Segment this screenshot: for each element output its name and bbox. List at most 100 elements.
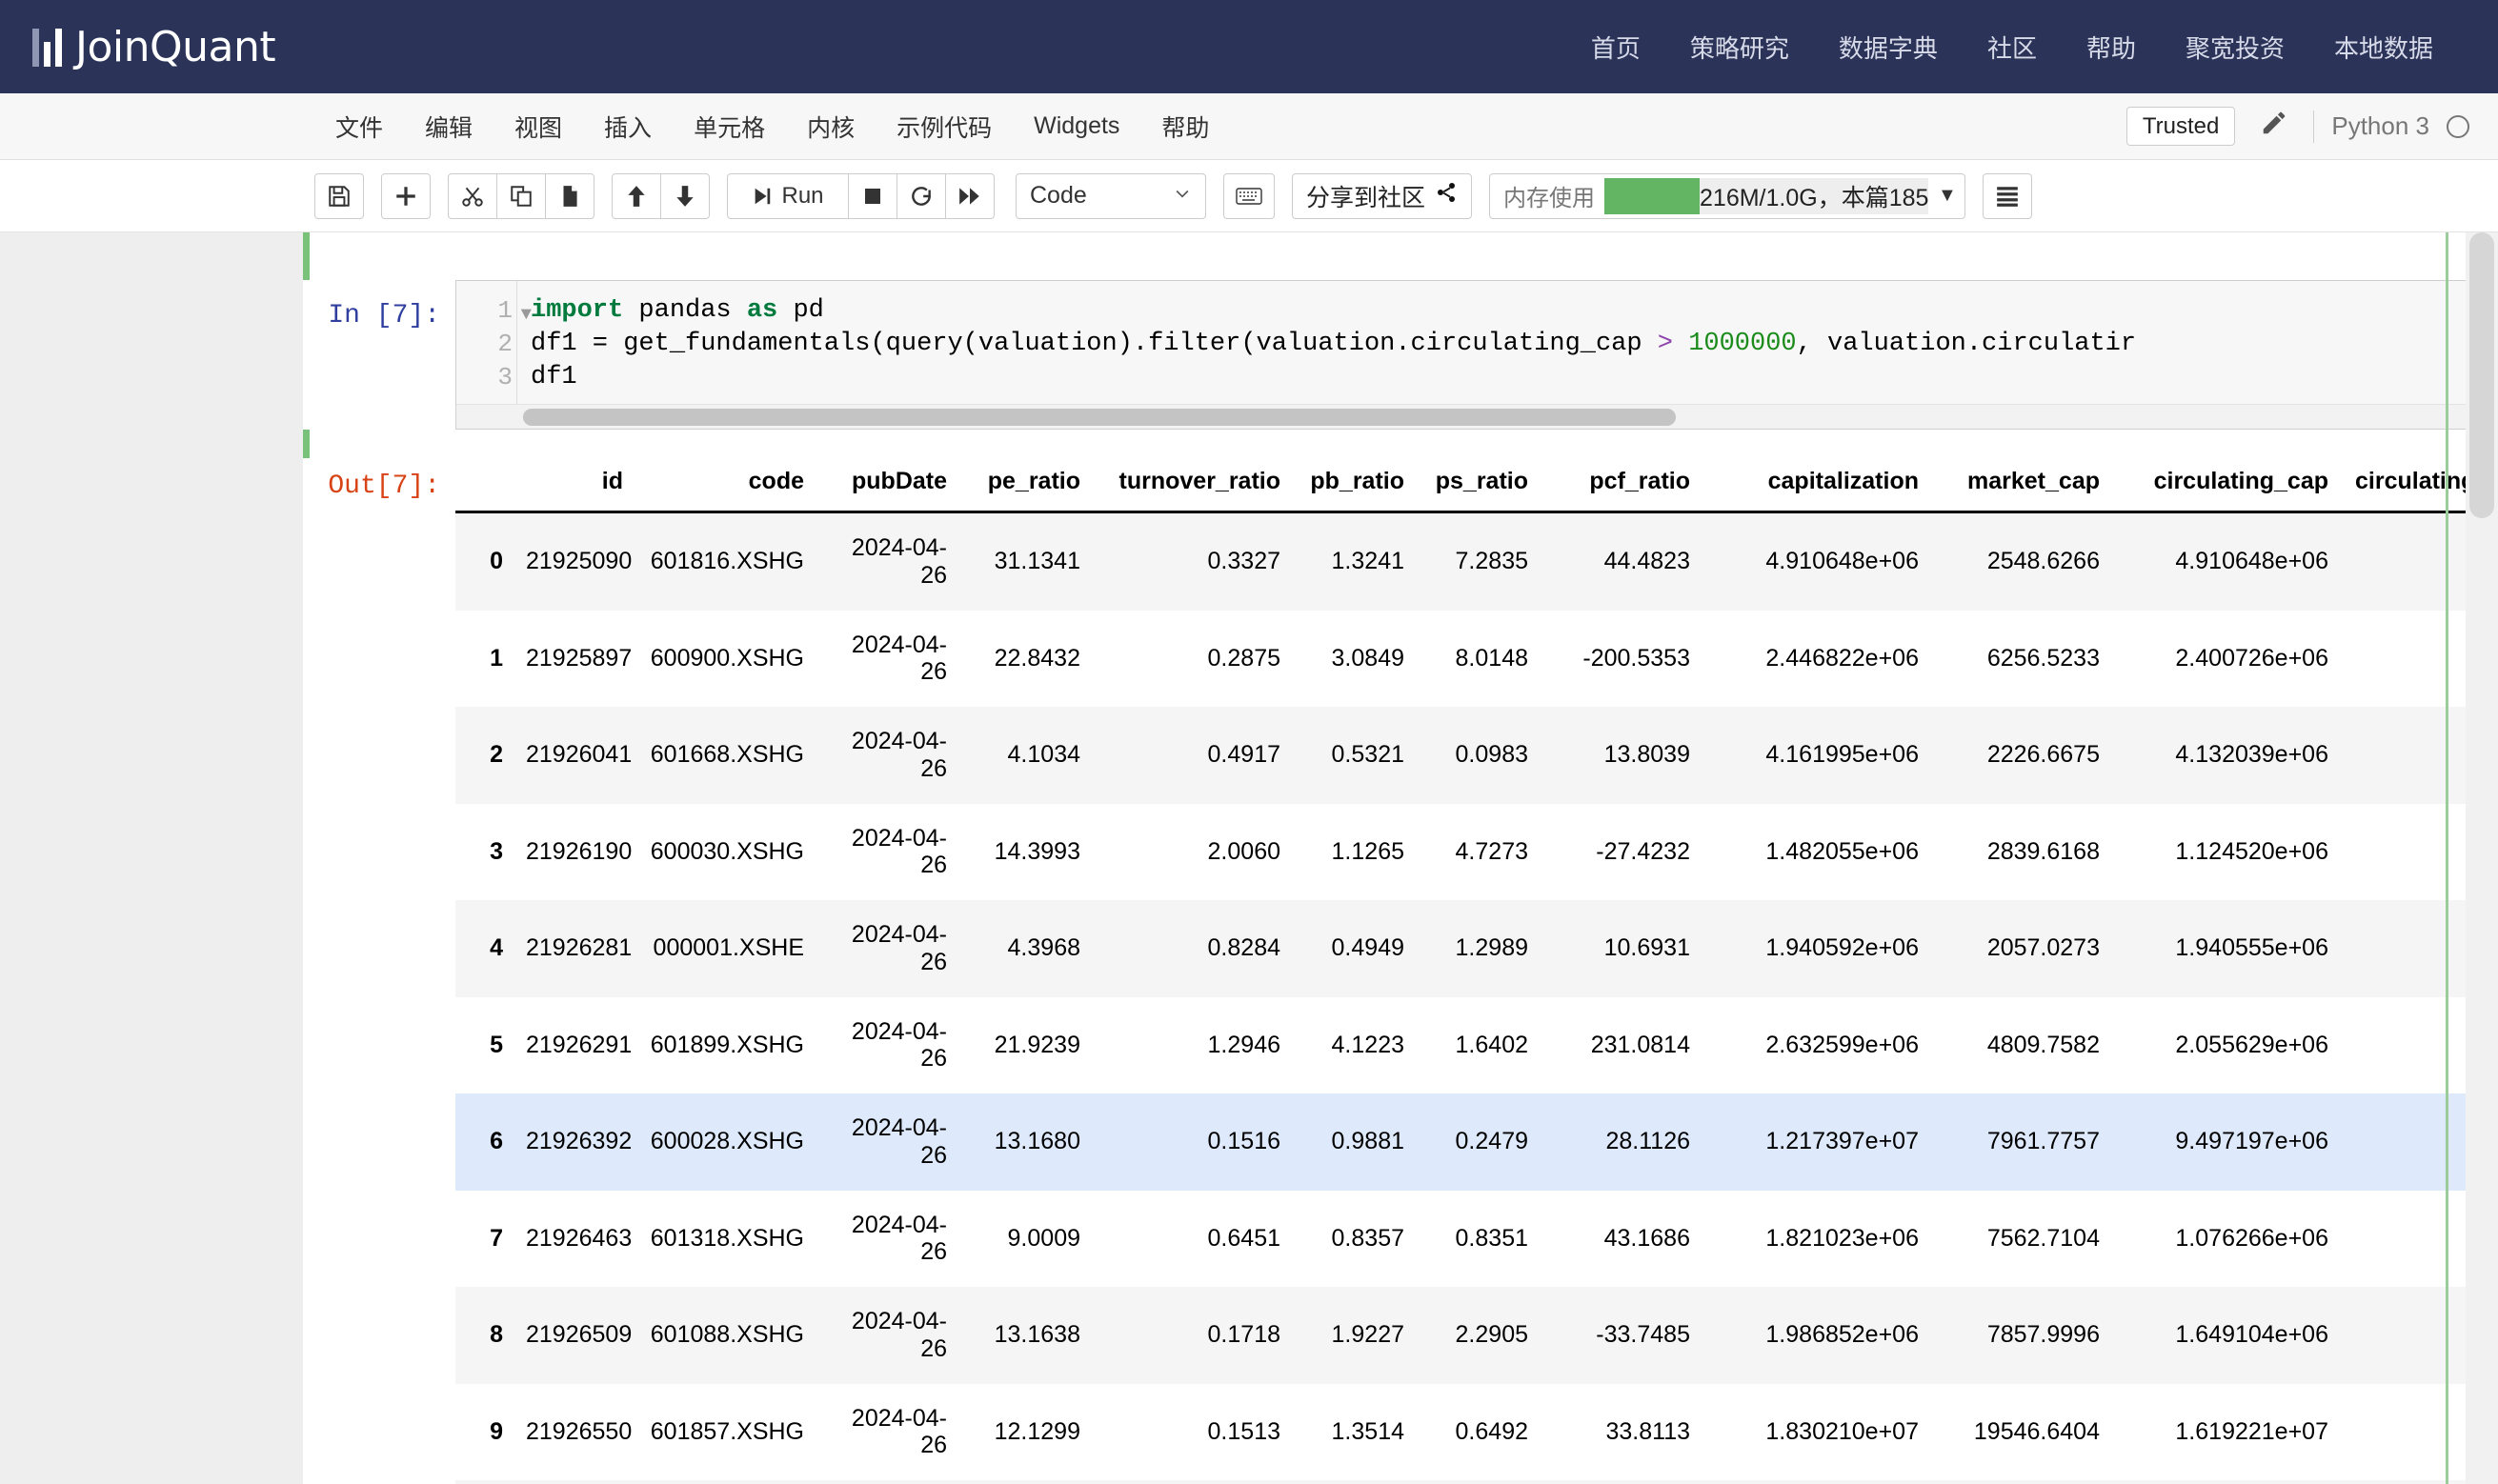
table-cell-pe-ratio: 13.1638 [960, 1287, 1094, 1384]
table-cell-market-cap: 19546.6404 [1932, 1384, 2113, 1481]
menu-view[interactable]: 视图 [494, 102, 583, 151]
menu-cell[interactable]: 单元格 [673, 102, 786, 151]
keyboard-icon[interactable] [1223, 173, 1275, 219]
topnav-item-community[interactable]: 社区 [1963, 20, 2062, 74]
table-header-code[interactable]: code [636, 458, 817, 512]
run-icon [752, 186, 773, 207]
chevron-down-icon [1173, 182, 1192, 210]
page-scrollbar[interactable] [2466, 232, 2498, 1484]
table-row[interactable]: 421926281000001.XSHE2024-04-264.39680.82… [455, 900, 2498, 997]
menu-examples[interactable]: 示例代码 [876, 102, 1013, 151]
restart-circular-arrow-icon[interactable] [896, 173, 946, 219]
menubar-divider [2313, 110, 2314, 143]
table-cell-market-cap: 7961.7757 [1932, 1093, 2113, 1191]
code-token-alias: pd [777, 296, 824, 325]
table-cell-pe-ratio: 5.9316 [960, 1480, 1094, 1484]
arrow-up-icon[interactable] [612, 173, 661, 219]
notebook-page: In [7]: 1 2 3 ▼ import pandas as pd df1 … [303, 232, 2498, 1484]
code-token-line3: df1 [531, 363, 577, 391]
topnav-item-home[interactable]: 首页 [1566, 20, 1665, 74]
table-header-pcf-ratio[interactable]: pcf_ratio [1541, 458, 1703, 512]
topnav-item-research[interactable]: 策略研究 [1665, 20, 1814, 74]
table-header-market-cap[interactable]: market_cap [1932, 458, 2113, 512]
memory-usage-indicator[interactable]: 内存使用 216M/1.0G，本篇185.08M ▼ [1489, 173, 1965, 219]
table-cell-pcf-ratio: 43.1686 [1541, 1191, 1703, 1288]
topnav-item-data-dict[interactable]: 数据字典 [1814, 20, 1963, 74]
table-row[interactable]: 721926463601318.XSHG2024-04-269.00090.64… [455, 1191, 2498, 1288]
table-header-id[interactable]: id [513, 458, 636, 512]
plus-icon[interactable] [381, 173, 431, 219]
notebook-area: In [7]: 1 2 3 ▼ import pandas as pd df1 … [0, 232, 2498, 1484]
menu-insert[interactable]: 插入 [583, 102, 673, 151]
brand-logo[interactable]: JoinQuant [32, 23, 275, 71]
table-cell-turnover-ratio: 0.4629 [1094, 1480, 1294, 1484]
table-row[interactable]: 621926392600028.XSHG2024-04-2613.16800.1… [455, 1093, 2498, 1191]
table-row[interactable]: 121925897600900.XSHG2024-04-2622.84320.2… [455, 611, 2498, 708]
fast-forward-icon[interactable] [945, 173, 995, 219]
menu-help[interactable]: 帮助 [1140, 102, 1230, 151]
share-to-community-button[interactable]: 分享到社区 [1292, 173, 1472, 219]
trusted-badge[interactable]: Trusted [2126, 107, 2235, 147]
output-prompt: Out[7]: [303, 458, 455, 1484]
table-header-pubdate[interactable]: pubDate [817, 458, 960, 512]
table-row[interactable]: 321926190600030.XSHG2024-04-2614.39932.0… [455, 804, 2498, 901]
scrollbar-thumb[interactable] [523, 409, 1676, 426]
table-row[interactable]: 821926509601088.XSHG2024-04-2613.16380.1… [455, 1287, 2498, 1384]
code-token-line2e: , valuation.circulatir [1797, 330, 2136, 358]
menu-kernel[interactable]: 内核 [786, 102, 876, 151]
table-cell-code: 601816.XSHG [636, 512, 817, 611]
scissors-icon[interactable] [448, 173, 497, 219]
table-cell-id: 21926576 [513, 1480, 636, 1484]
caret-down-icon[interactable]: ▼ [1938, 185, 1964, 207]
table-cell-pubDate: 2024-04-26 [817, 1093, 960, 1191]
memory-progress-fill [1604, 178, 1700, 214]
code-token-number: 1000000 [1688, 330, 1796, 358]
save-floppy-icon[interactable] [314, 173, 364, 219]
table-cell-capitalization: 4.161995e+06 [1703, 707, 1932, 804]
menu-items: 文件 编辑 视图 插入 单元格 内核 示例代码 Widgets 帮助 [314, 102, 1230, 151]
arrow-down-icon[interactable] [660, 173, 710, 219]
topnav-item-invest[interactable]: 聚宽投资 [2161, 20, 2309, 74]
table-cell-pb-ratio: 0.9881 [1294, 1093, 1418, 1191]
memory-text: 216M/1.0G，本篇185.08M [1700, 179, 1928, 213]
table-cell-market-cap: 2057.0273 [1932, 900, 2113, 997]
table-header-circulating-cap[interactable]: circulating_cap [2113, 458, 2342, 512]
list-lines-icon[interactable] [1983, 173, 2032, 219]
cell-type-select[interactable]: Code [1016, 173, 1206, 219]
table-header-capitalization[interactable]: capitalization [1703, 458, 1932, 512]
table-row[interactable]: 021925090601816.XSHG2024-04-2631.13410.3… [455, 512, 2498, 611]
menu-edit[interactable]: 编辑 [404, 102, 494, 151]
table-cell-circulating-cap: 9.497197e+06 [2113, 1093, 2342, 1191]
copy-icon[interactable] [496, 173, 546, 219]
kernel-idle-circle-icon[interactable] [2447, 115, 2469, 138]
pencil-icon[interactable] [2252, 107, 2296, 146]
table-cell-turnover-ratio: 1.2946 [1094, 997, 1294, 1094]
table-header-ps-ratio[interactable]: ps_ratio [1418, 458, 1541, 512]
paste-icon[interactable] [545, 173, 594, 219]
code-cell[interactable]: In [7]: 1 2 3 ▼ import pandas as pd df1 … [303, 280, 2498, 430]
topnav-item-help[interactable]: 帮助 [2062, 20, 2161, 74]
table-cell-capitalization: 4.910648e+06 [1703, 512, 1932, 611]
bars-logo-icon [32, 27, 62, 67]
code-horizontal-scrollbar[interactable] [456, 404, 2489, 429]
table-header-turnover-ratio[interactable]: turnover_ratio [1094, 458, 1294, 512]
stop-square-icon[interactable] [848, 173, 897, 219]
code-editor[interactable]: 1 2 3 ▼ import pandas as pd df1 = get_fu… [455, 280, 2490, 430]
run-button[interactable]: Run [727, 173, 849, 219]
output-cell: Out[7]: id code pubDate pe_ratio turnove… [303, 458, 2498, 1484]
table-row[interactable]: 221926041601668.XSHG2024-04-264.10340.49… [455, 707, 2498, 804]
table-header-pe-ratio[interactable]: pe_ratio [960, 458, 1094, 512]
topnav-item-local-data[interactable]: 本地数据 [2309, 20, 2458, 74]
table-cell-circulating-cap: 1.940555e+06 [2113, 900, 2342, 997]
menu-widgets[interactable]: Widgets [1013, 105, 1140, 148]
code-text[interactable]: import pandas as pd df1 = get_fundamenta… [517, 281, 2489, 404]
table-row[interactable]: 921926550601857.XSHG2024-04-2612.12990.1… [455, 1384, 2498, 1481]
menu-file[interactable]: 文件 [314, 102, 404, 151]
page-scrollbar-thumb[interactable] [2469, 232, 2494, 518]
table-row-index: 5 [455, 997, 513, 1094]
table-row[interactable]: 521926291601899.XSHG2024-04-2621.92391.2… [455, 997, 2498, 1094]
table-header-pb-ratio[interactable]: pb_ratio [1294, 458, 1418, 512]
table-cell-id: 21926463 [513, 1191, 636, 1288]
table-row[interactable]: 1021926576600036.XSHG2024-04-265.93160.4… [455, 1480, 2498, 1484]
fold-triangle-icon[interactable]: ▼ [521, 298, 532, 331]
